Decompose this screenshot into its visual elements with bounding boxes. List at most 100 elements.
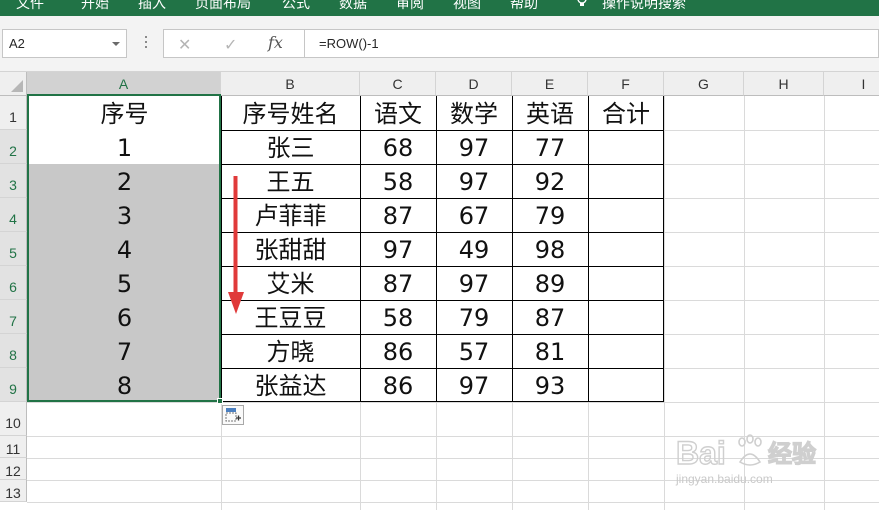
header-cell-math[interactable]: 数学 [436, 97, 512, 131]
column-header-b[interactable]: B [221, 72, 360, 96]
cell-math[interactable]: 79 [436, 301, 512, 335]
cell-english[interactable]: 92 [512, 165, 588, 199]
cell-chinese[interactable]: 68 [360, 131, 436, 165]
tab-data[interactable]: 数据 [339, 0, 367, 13]
row-header-2[interactable]: 2 [0, 130, 27, 164]
row-header-7[interactable]: 7 [0, 300, 27, 334]
column-header-c[interactable]: C [360, 72, 436, 96]
row-header-1[interactable]: 1 [0, 96, 27, 130]
cell-math[interactable]: 67 [436, 199, 512, 233]
spreadsheet-grid[interactable]: A B C D E F G H I 1 2 3 4 5 6 7 8 9 10 1… [0, 72, 879, 510]
cell-math[interactable]: 97 [436, 369, 512, 403]
cell-index[interactable]: 7 [28, 335, 221, 369]
cell-total[interactable] [588, 267, 664, 301]
chevron-down-icon[interactable] [112, 42, 120, 46]
cell-english[interactable]: 79 [512, 199, 588, 233]
cell-chinese[interactable]: 86 [360, 369, 436, 403]
column-header-d[interactable]: D [436, 72, 512, 96]
tab-file[interactable]: 文件 [16, 0, 44, 13]
cell-name[interactable]: 张三 [221, 131, 360, 165]
watermark-url: jingyan.baidu.com [676, 472, 773, 486]
cell-index[interactable]: 1 [28, 131, 221, 165]
column-header-g[interactable]: G [664, 72, 744, 96]
svg-text:Bai: Bai [676, 435, 726, 471]
formula-buttons: ✕ ✓ fx [163, 29, 304, 58]
cell-index[interactable]: 3 [28, 199, 221, 233]
cell-english[interactable]: 89 [512, 267, 588, 301]
cell-total[interactable] [588, 131, 664, 165]
tab-page-layout[interactable]: 页面布局 [195, 0, 251, 13]
formula-text: =ROW()-1 [319, 36, 379, 51]
cell-name[interactable]: 张益达 [221, 369, 360, 403]
cell-chinese[interactable]: 87 [360, 199, 436, 233]
row-header-4[interactable]: 4 [0, 198, 27, 232]
cell-total[interactable] [588, 165, 664, 199]
cell-math[interactable]: 97 [436, 267, 512, 301]
cell-english[interactable]: 77 [512, 131, 588, 165]
row-header-8[interactable]: 8 [0, 334, 27, 368]
cell-chinese[interactable]: 58 [360, 165, 436, 199]
cell-chinese[interactable]: 87 [360, 267, 436, 301]
auto-fill-options-button[interactable] [222, 405, 244, 425]
row-header-6[interactable]: 6 [0, 266, 27, 300]
row-header-10[interactable]: 10 [0, 402, 27, 436]
close-icon[interactable]: ✕ [178, 35, 191, 54]
cell-total[interactable] [588, 369, 664, 403]
lightbulb-icon [577, 0, 587, 6]
row-header-3[interactable]: 3 [0, 164, 27, 198]
cell-total[interactable] [588, 199, 664, 233]
check-icon[interactable]: ✓ [224, 35, 237, 54]
formula-bar: A2 ✕ ✓ fx =ROW()-1 [0, 16, 879, 72]
select-all-button[interactable] [0, 72, 27, 96]
header-cell-name[interactable]: 序号姓名 [221, 97, 360, 131]
column-header-a[interactable]: A [27, 72, 221, 96]
cell-math[interactable]: 97 [436, 131, 512, 165]
cell-index[interactable]: 6 [28, 301, 221, 335]
tab-home[interactable]: 开始 [81, 0, 109, 13]
tab-insert[interactable]: 插入 [138, 0, 166, 13]
row-header-9[interactable]: 9 [0, 368, 27, 402]
formula-input[interactable]: =ROW()-1 [304, 29, 879, 58]
header-cell-chinese[interactable]: 语文 [360, 97, 436, 131]
drag-handle-icon[interactable] [145, 36, 148, 52]
tab-formulas[interactable]: 公式 [282, 0, 310, 13]
baidu-jingyan-logo: Bai 经验 [676, 434, 817, 472]
header-cell-english[interactable]: 英语 [512, 97, 588, 131]
tab-review[interactable]: 审阅 [396, 0, 424, 13]
cell-total[interactable] [588, 301, 664, 335]
row-header-5[interactable]: 5 [0, 232, 27, 266]
cell-chinese[interactable]: 86 [360, 335, 436, 369]
cell-math[interactable]: 97 [436, 165, 512, 199]
name-box-value: A2 [9, 36, 25, 51]
column-header-e[interactable]: E [512, 72, 588, 96]
svg-text:经验: 经验 [768, 440, 816, 468]
cell-english[interactable]: 81 [512, 335, 588, 369]
row-header-11[interactable]: 11 [0, 436, 27, 458]
fill-handle[interactable] [217, 398, 223, 404]
cell-chinese[interactable]: 58 [360, 301, 436, 335]
name-box[interactable]: A2 [2, 29, 127, 58]
cell-math[interactable]: 49 [436, 233, 512, 267]
cell-math[interactable]: 57 [436, 335, 512, 369]
cell-index[interactable]: 8 [28, 369, 221, 403]
cell-total[interactable] [588, 335, 664, 369]
function-icon[interactable]: fx [268, 33, 283, 52]
cell-english[interactable]: 87 [512, 301, 588, 335]
column-header-h[interactable]: H [744, 72, 824, 96]
cell-name[interactable]: 方晓 [221, 335, 360, 369]
cell-chinese[interactable]: 97 [360, 233, 436, 267]
cell-english[interactable]: 98 [512, 233, 588, 267]
cell-english[interactable]: 93 [512, 369, 588, 403]
tell-me-search[interactable]: 操作说明搜索 [602, 0, 686, 13]
column-header-i[interactable]: I [824, 72, 879, 96]
cell-index[interactable]: 2 [28, 165, 221, 199]
row-header-13[interactable]: 13 [0, 480, 27, 502]
cell-index[interactable]: 4 [28, 233, 221, 267]
column-header-f[interactable]: F [588, 72, 664, 96]
header-cell-total[interactable]: 合计 [588, 97, 664, 131]
tab-view[interactable]: 视图 [453, 0, 481, 13]
tab-help[interactable]: 帮助 [510, 0, 538, 13]
row-header-12[interactable]: 12 [0, 458, 27, 480]
cell-index[interactable]: 5 [28, 267, 221, 301]
cell-total[interactable] [588, 233, 664, 267]
